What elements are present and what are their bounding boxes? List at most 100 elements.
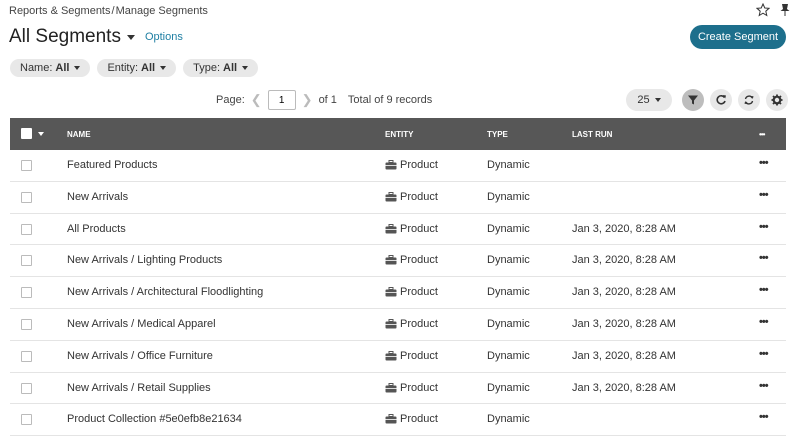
prev-page-icon[interactable]: ❮ [251,92,262,108]
table-row[interactable]: New Arrivals / Medical Apparel Product D… [10,309,786,341]
row-actions-menu[interactable]: ••• [759,348,769,360]
refresh-icon [744,95,754,105]
row-name: New Arrivals [67,190,129,203]
filter-entity-label: Entity: [107,62,139,74]
briefcase-icon [385,318,397,329]
filter-type-chip[interactable]: Type: All [183,59,259,77]
row-entity-label: Product [400,381,438,394]
row-last-run: Jan 3, 2020, 8:28 AM [572,254,676,267]
filter-type-label: Type: [193,62,221,74]
row-actions-menu[interactable]: ••• [759,284,769,296]
row-checkbox[interactable] [21,255,32,267]
table-row[interactable]: Product Collection #5e0efb8e21634 Produc… [10,404,786,437]
row-checkbox[interactable] [21,382,32,394]
page-number-input[interactable] [267,90,296,110]
table-row[interactable]: New Arrivals / Retail Supplies Product D… [10,373,786,405]
breadcrumb-parent[interactable]: Reports & Segments [9,5,111,17]
row-checkbox[interactable] [21,414,32,426]
reset-button[interactable] [710,89,732,111]
title-row: All Segments Options [9,26,183,48]
table-row[interactable]: New Arrivals / Lighting Products Product… [10,245,786,278]
row-name: Product Collection #5e0efb8e21634 [67,413,242,426]
row-entity: Product [385,191,438,203]
table-row[interactable]: All Products Product Dynamic Jan 3, 2020… [10,214,786,246]
row-last-run: Jan 3, 2020, 8:28 AM [572,222,676,235]
row-actions-menu[interactable]: ••• [759,316,769,328]
page-title: All Segments [9,26,121,47]
filter-toggle-button[interactable] [682,89,704,111]
row-entity-label: Product [400,159,438,171]
table-row[interactable]: New Arrivals / Office Furniture Product … [10,341,786,373]
row-checkbox[interactable] [21,191,32,203]
table-row[interactable]: Featured Products Product Dynamic ••• [10,150,786,182]
row-entity-label: Product [400,286,438,299]
chevron-down-icon [160,66,167,70]
filter-entity-chip[interactable]: Entity: All [97,59,177,77]
column-header-last-run[interactable]: LAST RUN [572,130,612,139]
select-all-checkbox[interactable] [21,128,32,139]
table-row[interactable]: New Arrivals Product Dynamic ••• [10,182,786,214]
row-entity: Product [385,318,438,330]
refresh-button[interactable] [738,89,760,111]
filter-bar: Name: All Entity: All Type: All [10,59,259,77]
column-settings-menu[interactable]: ••• [759,130,765,139]
row-actions-menu[interactable]: ••• [759,157,769,169]
row-name: New Arrivals / Lighting Products [67,254,223,267]
per-page-value: 25 [637,94,650,106]
row-checkbox[interactable] [21,223,32,235]
breadcrumb: Reports & Segments/Manage Segments [9,5,208,17]
row-entity: Product [385,254,438,266]
row-actions-menu[interactable]: ••• [759,252,769,264]
row-checkbox[interactable] [21,287,32,299]
table-row[interactable]: New Arrivals / Architectural Floodlighti… [10,277,786,309]
row-entity-label: Product [400,254,438,267]
row-actions-menu[interactable]: ••• [759,221,769,233]
page-label: Page: [216,94,245,106]
select-menu-caret-icon[interactable] [38,132,44,136]
pin-icon[interactable] [778,3,792,17]
row-checkbox[interactable] [21,350,32,362]
row-checkbox[interactable] [21,160,32,171]
column-header-name[interactable]: NAME [67,130,91,139]
briefcase-icon [385,350,397,361]
row-name: All Products [67,222,126,235]
column-header-type[interactable]: TYPE [487,130,508,139]
chevron-down-icon [74,66,81,70]
filter-type-value: All [223,62,238,74]
title-dropdown-caret-icon[interactable] [126,34,135,40]
breadcrumb-separator: / [111,5,115,17]
briefcase-icon [385,191,397,202]
row-name: New Arrivals / Architectural Floodlighti… [67,286,264,299]
row-actions-menu[interactable]: ••• [759,411,769,423]
row-type: Dynamic [487,222,530,235]
briefcase-icon [385,382,397,393]
settings-button[interactable] [766,89,788,111]
create-segment-button[interactable]: Create Segment [690,25,786,49]
row-type: Dynamic [487,190,530,203]
options-link[interactable]: Options [145,31,183,43]
row-actions-menu[interactable]: ••• [759,189,769,201]
grid-toolbar: 25 [626,89,788,111]
per-page-select[interactable]: 25 [626,89,672,111]
row-entity-label: Product [400,349,438,362]
column-header-entity[interactable]: ENTITY [385,130,413,139]
gear-icon [771,94,783,106]
next-page-icon[interactable]: ❯ [302,92,313,108]
star-icon[interactable] [755,2,771,17]
row-type: Dynamic [487,254,530,267]
chevron-down-icon [242,66,249,70]
reset-icon [716,95,726,105]
row-type: Dynamic [487,413,530,426]
filter-name-value: All [55,62,70,74]
row-entity-label: Product [400,190,438,203]
row-type: Dynamic [487,286,530,299]
briefcase-icon [385,255,397,265]
row-entity: Product [385,159,438,171]
chevron-down-icon [654,98,661,102]
row-type: Dynamic [487,349,530,362]
row-entity-label: Product [400,222,438,235]
page-of-label: of 1 [318,94,337,106]
row-actions-menu[interactable]: ••• [759,380,769,392]
row-checkbox[interactable] [21,318,32,330]
filter-name-chip[interactable]: Name: All [10,59,91,77]
